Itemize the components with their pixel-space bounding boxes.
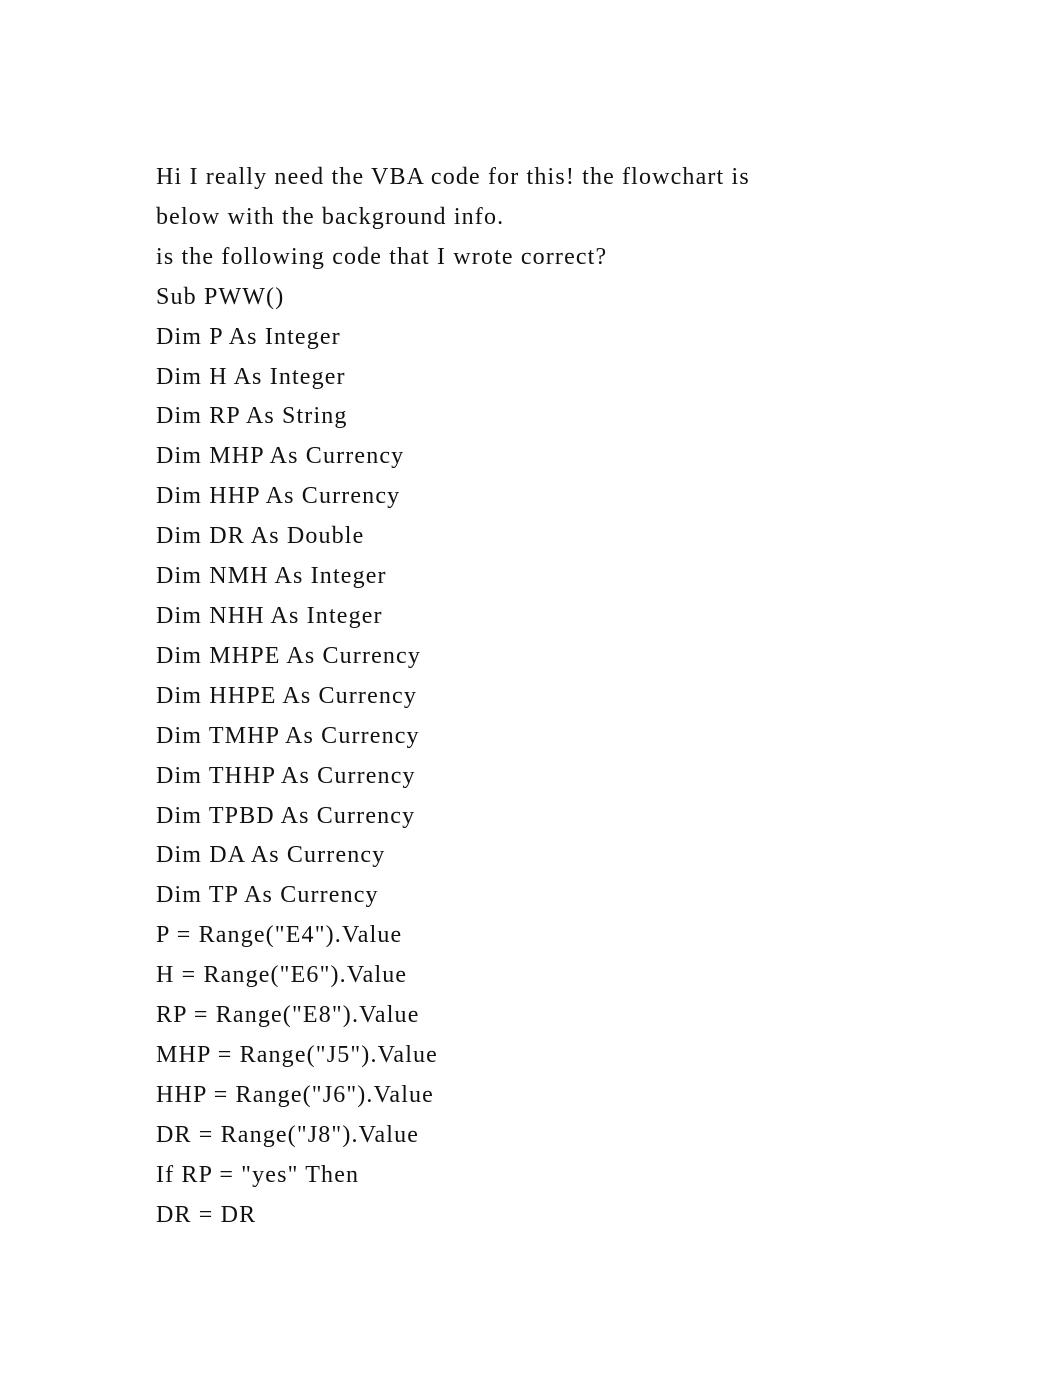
code-line-dim: Dim TP As Currency: [156, 882, 379, 909]
intro-line: is the following code that I wrote corre…: [156, 243, 608, 270]
code-line-dim: Dim NMH As Integer: [156, 563, 387, 590]
code-line-dim: Dim RP As String: [156, 403, 348, 430]
code-line-dim: Dim HHPE As Currency: [156, 682, 417, 709]
code-line-if-statement: If RP = "yes" Then: [156, 1161, 360, 1188]
code-line-dim: Dim TPBD As Currency: [156, 802, 416, 829]
code-line-assignment: DR = DR: [156, 1201, 257, 1228]
code-line-assignment: P = Range("E4").Value: [156, 922, 403, 949]
code-line-dim: Dim H As Integer: [156, 363, 346, 390]
code-line-assignment: H = Range("E6").Value: [156, 962, 408, 989]
code-line-dim: Dim DR As Double: [156, 523, 365, 550]
code-line-dim: Dim MHP As Currency: [156, 443, 405, 470]
intro-line: Hi I really need the VBA code for this! …: [156, 164, 750, 190]
code-line-dim: Dim DA As Currency: [156, 842, 386, 869]
intro-line: below with the background info.: [156, 203, 505, 230]
code-line-sub-declaration: Sub PWW(): [156, 283, 285, 310]
code-line-dim: Dim THHP As Currency: [156, 762, 416, 789]
code-line-dim: Dim NHH As Integer: [156, 602, 383, 629]
code-line-assignment: MHP = Range("J5").Value: [156, 1041, 438, 1068]
document-page: Hi I really need the VBA code for this! …: [0, 0, 1062, 1377]
code-line-dim: Dim HHP As Currency: [156, 483, 401, 510]
document-body: Hi I really need the VBA code for this! …: [156, 158, 876, 1235]
code-line-dim: Dim MHPE As Currency: [156, 642, 421, 669]
code-line-dim: Dim P As Integer: [156, 323, 341, 350]
code-line-assignment: RP = Range("E8").Value: [156, 1002, 420, 1029]
code-line-dim: Dim TMHP As Currency: [156, 722, 420, 749]
code-line-assignment: DR = Range("J8").Value: [156, 1121, 420, 1148]
code-line-assignment: HHP = Range("J6").Value: [156, 1081, 434, 1108]
